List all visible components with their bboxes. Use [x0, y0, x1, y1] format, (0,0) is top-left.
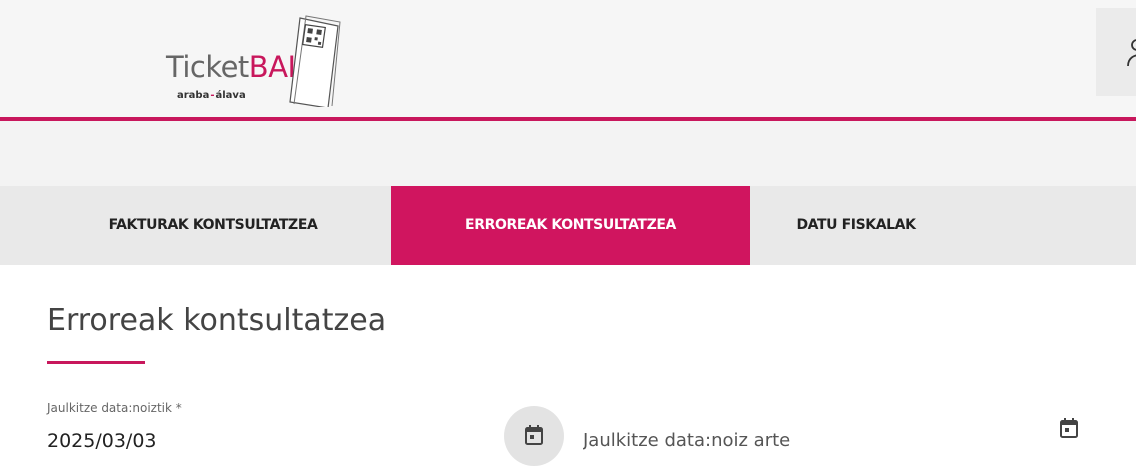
logo-word-ticket: Ticket: [166, 50, 249, 84]
logo-sub-separator: -: [210, 90, 215, 101]
tab-erroreak-kontsultatzea[interactable]: ERROREAK KONTSULTATZEA: [391, 186, 750, 265]
sub-header-band: [0, 121, 1136, 186]
tab-fakturak-kontsultatzea[interactable]: FAKTURAK KONTSULTATZEA: [48, 186, 378, 265]
logo-wordmark: TicketBAI: [166, 50, 296, 84]
logo-sub-araba: araba: [177, 90, 210, 101]
title-underline: [47, 361, 145, 364]
main-tabs: FAKTURAK KONTSULTATZEA ERROREAK KONTSULT…: [0, 186, 1136, 265]
receipt-qr-icon: [289, 15, 341, 107]
logo-sub-alava: álava: [215, 90, 246, 101]
from-date-input[interactable]: [47, 430, 467, 452]
to-date-input[interactable]: [583, 430, 1003, 451]
from-date-label: Jaulkitze data:noiztik *: [47, 401, 182, 415]
tab-datu-fiskalak[interactable]: DATU FISKALAK: [781, 186, 931, 265]
ticketbai-logo[interactable]: TicketBAI araba-álava: [160, 12, 350, 107]
calendar-icon: [1060, 418, 1078, 438]
to-date-calendar-button[interactable]: [1039, 406, 1099, 456]
calendar-icon: [525, 425, 543, 445]
app-header: TicketBAI araba-álava: [0, 0, 1136, 117]
page-title: Erroreak kontsultatzea: [47, 303, 387, 338]
logo-subtitle: araba-álava: [177, 90, 246, 101]
user-menu-button[interactable]: [1096, 8, 1136, 96]
user-icon: [1127, 39, 1136, 67]
from-date-calendar-button[interactable]: [504, 406, 564, 466]
